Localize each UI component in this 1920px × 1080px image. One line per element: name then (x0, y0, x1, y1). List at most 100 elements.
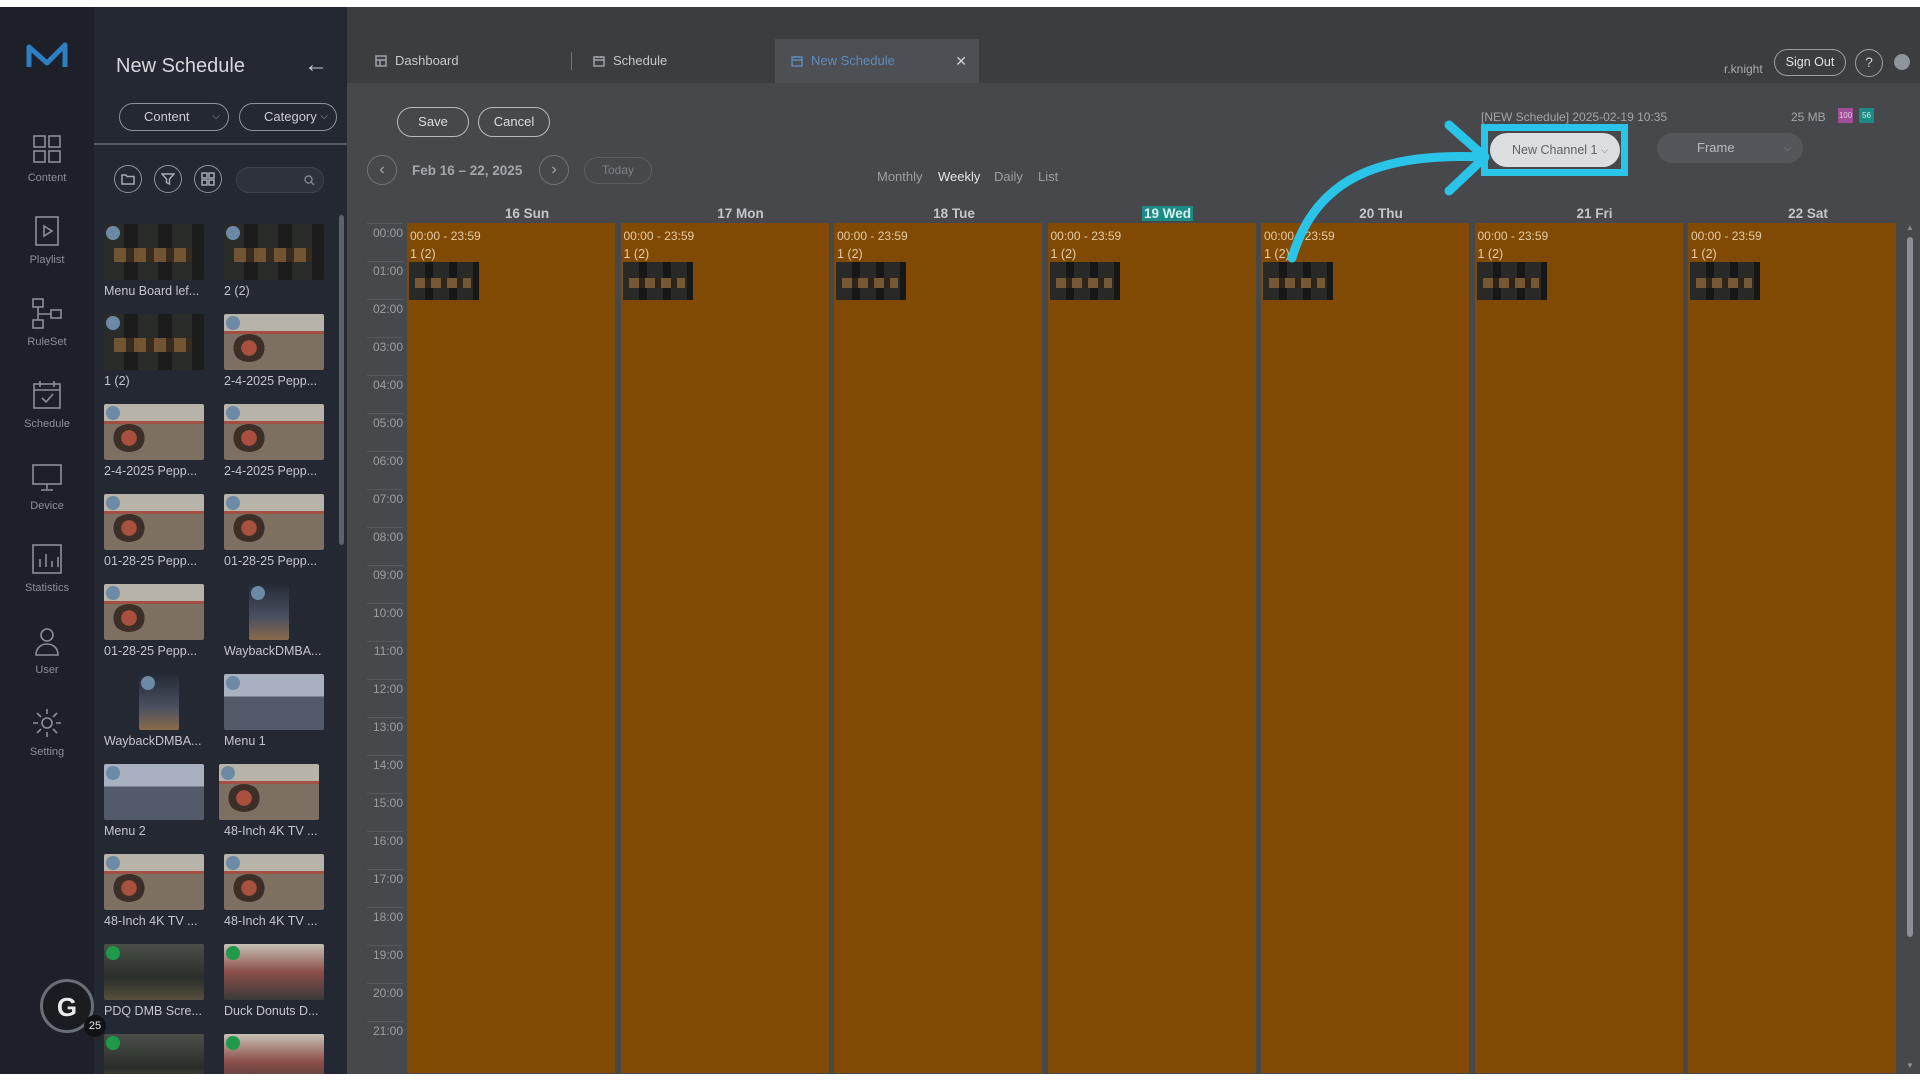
tab-schedule[interactable]: Schedule (577, 39, 737, 83)
content-thumbnail (224, 404, 324, 460)
schedule-event-content[interactable]: 00:00 - 23:59 1 (2) (1688, 223, 1896, 1073)
content-item-label: PDQ DMB Scre... (104, 1004, 202, 1018)
tab-new-schedule[interactable]: New Schedule ✕ (775, 39, 979, 83)
content-item[interactable]: Menu 1 (224, 674, 334, 758)
panel-scrollbar[interactable] (339, 215, 344, 545)
content-item[interactable] (104, 1034, 214, 1074)
content-item[interactable]: WaybackDMBA... (224, 584, 334, 668)
content-item[interactable]: 2 (2) (224, 224, 334, 308)
frame-select[interactable]: Frame ⌵ (1657, 133, 1803, 163)
hour-gridline (367, 983, 403, 984)
rail-item-schedule[interactable]: Schedule (0, 378, 94, 460)
search-input[interactable] (236, 167, 324, 193)
tab-dashboard[interactable]: Dashboard (359, 39, 519, 83)
rail-item-statistics[interactable]: Statistics (0, 542, 94, 624)
schedule-event-content[interactable]: 00:00 - 23:59 1 (2) (1048, 223, 1256, 1073)
content-item[interactable]: 01-28-25 Pepp... (224, 494, 334, 578)
scrollbar-thumb[interactable] (1907, 237, 1913, 937)
image-type-icon (221, 766, 235, 780)
rail-item-setting[interactable]: Setting (0, 706, 94, 788)
sign-out-button[interactable]: Sign Out (1774, 49, 1846, 76)
content-item[interactable]: Menu 2 (104, 764, 214, 848)
cancel-button[interactable]: Cancel (478, 107, 550, 137)
content-thumbnail (104, 224, 204, 280)
schedule-event-content[interactable]: 00:00 - 23:59 1 (2) (1475, 223, 1683, 1073)
hour-label: 10:00 (372, 606, 403, 620)
rail-item-device[interactable]: Device (0, 460, 94, 542)
category-select[interactable]: Category ⌵ (239, 103, 337, 131)
content-item[interactable]: Duck Donuts D... (224, 944, 334, 1028)
chevron-down-icon: ⌵ (1784, 143, 1791, 153)
hour-label: 06:00 (372, 454, 403, 468)
left-navigation-rail: Content Playlist RuleSet Schedule Device Stat… (0, 7, 94, 1074)
content-item[interactable]: PDQ DMB Scre... (104, 944, 214, 1028)
hour-gridline (367, 527, 403, 528)
content-item[interactable]: 2-4-2025 Pepp... (224, 314, 334, 398)
view-list[interactable]: List (1038, 169, 1058, 184)
g-letter: G (56, 992, 78, 1022)
event-time: 00:00 - 23:59 (1691, 229, 1762, 243)
content-item[interactable] (224, 1034, 334, 1074)
hour-label: 15:00 (372, 796, 403, 810)
schedule-event-content[interactable]: 00:00 - 23:59 1 (2) (407, 223, 615, 1073)
content-item[interactable]: 2-4-2025 Pepp... (104, 404, 214, 488)
content-item[interactable]: 2-4-2025 Pepp... (224, 404, 334, 488)
folder-icon (121, 174, 135, 185)
content-item[interactable]: 48-Inch 4K TV ... (224, 854, 334, 938)
content-thumbnail (104, 764, 204, 820)
storage-size: 25 MB (1791, 110, 1826, 124)
image-type-icon (106, 766, 120, 780)
view-weekly[interactable]: Weekly (938, 169, 980, 184)
hour-label: 05:00 (372, 416, 403, 430)
content-thumbnail (139, 674, 179, 730)
calendar-scrollbar[interactable]: ▲ ▼ (1903, 223, 1917, 1073)
filter-button[interactable] (154, 165, 182, 193)
schedule-event-content[interactable]: 00:00 - 23:59 1 (2) (1261, 223, 1469, 1073)
help-button[interactable]: ? (1855, 49, 1883, 77)
hour-label: 07:00 (372, 492, 403, 506)
content-type-select[interactable]: Content ⌵ (119, 103, 229, 131)
content-item[interactable]: 48-Inch 4K TV ... (104, 854, 214, 938)
next-week-button[interactable]: › (539, 155, 569, 185)
content-item[interactable]: Menu Board lef... (104, 224, 214, 308)
schedule-event-content[interactable]: 00:00 - 23:59 1 (2) (834, 223, 1042, 1073)
save-button[interactable]: Save (397, 107, 469, 137)
rail-item-ruleset[interactable]: RuleSet (0, 296, 94, 378)
back-arrow-icon[interactable]: ← (304, 51, 328, 79)
brand-logo-icon[interactable] (25, 41, 69, 71)
hour-gridline (367, 489, 403, 490)
language-globe-icon[interactable] (1894, 54, 1910, 70)
day-header-label: 17 Mon (717, 206, 764, 221)
scroll-up-icon[interactable]: ▲ (1906, 223, 1914, 232)
event-name: 1 (2) (410, 247, 436, 261)
rail-item-playlist[interactable]: Playlist (0, 214, 94, 296)
today-button[interactable]: Today (584, 157, 652, 184)
hour-label: 16:00 (372, 834, 403, 848)
hour-label: 19:00 (372, 948, 403, 962)
content-item[interactable]: 1 (2) (104, 314, 214, 398)
day-header: 17 Mon (641, 206, 841, 221)
content-item[interactable]: 48-Inch 4K TV ... (219, 764, 334, 848)
grid-view-button[interactable] (194, 165, 222, 193)
channel-select[interactable]: New Channel 1 ⌵ (1490, 133, 1620, 167)
content-item-label: 48-Inch 4K TV ... (104, 914, 198, 928)
content-item[interactable]: WaybackDMBA... (104, 674, 214, 758)
content-item[interactable]: 01-28-25 Pepp... (104, 494, 214, 578)
prev-week-button[interactable]: ‹ (367, 155, 397, 185)
hour-gridline (367, 717, 403, 718)
rail-item-label: RuleSet (27, 336, 67, 348)
dashboard-icon (375, 55, 387, 67)
schedule-event-content[interactable]: 00:00 - 23:59 1 (2) (621, 223, 829, 1073)
event-name: 1 (2) (837, 247, 863, 261)
content-thumbnail (224, 944, 324, 1000)
content-item[interactable]: 01-28-25 Pepp... (104, 584, 214, 668)
rail-item-content[interactable]: Content (0, 132, 94, 214)
rail-item-user[interactable]: User (0, 624, 94, 706)
view-monthly[interactable]: Monthly (877, 169, 923, 184)
content-thumbnail (224, 1034, 324, 1074)
close-icon[interactable]: ✕ (955, 39, 967, 83)
content-item-label: 01-28-25 Pepp... (224, 554, 318, 568)
folder-button[interactable] (114, 165, 142, 193)
scroll-down-icon[interactable]: ▼ (1906, 1061, 1914, 1070)
view-daily[interactable]: Daily (994, 169, 1023, 184)
